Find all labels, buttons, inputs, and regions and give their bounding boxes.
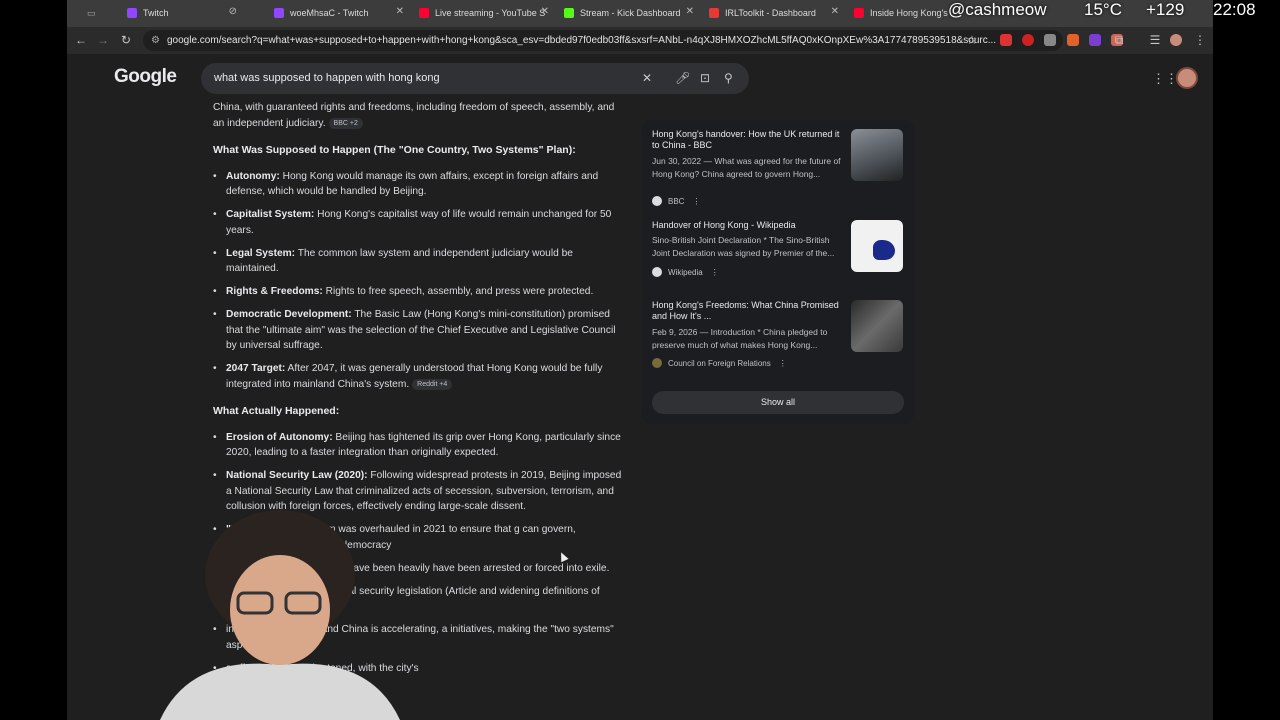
lens-icon[interactable]: ⊡ [700, 63, 710, 94]
twitch-icon [274, 8, 284, 18]
promise-list: Autonomy: Hong Kong would manage its own… [213, 169, 623, 393]
kick-icon [564, 8, 574, 18]
source-snippet: Jun 30, 2022 — What was agreed for the f… [652, 156, 841, 179]
extension-icon[interactable] [1000, 34, 1012, 46]
extension-icon[interactable] [1089, 34, 1101, 46]
close-icon[interactable]: ✕ [396, 6, 404, 17]
tab-woemhsac[interactable]: woeMhsaC - Twitch ✕ [274, 3, 404, 23]
source-card[interactable]: Hong Kong's Freedoms: What China Promise… [652, 300, 906, 370]
extension-icon[interactable] [1067, 34, 1079, 46]
intro-paragraph: China, with guaranteed rights and freedo… [213, 102, 615, 129]
tab-title: IRLToolkit - Dashboard [725, 8, 816, 18]
map-shape [873, 240, 895, 260]
cfr-icon [652, 358, 662, 368]
forward-icon[interactable]: → [95, 32, 111, 48]
list-item: Rights & Freedoms: Rights to free speech… [213, 284, 623, 300]
webcam-overlay [160, 510, 400, 720]
account-avatar[interactable] [1176, 67, 1198, 89]
profile-avatar[interactable] [1170, 34, 1182, 46]
source-thumbnail[interactable] [851, 300, 903, 352]
clear-icon[interactable]: ✕ [642, 63, 652, 94]
back-icon[interactable]: ← [73, 32, 89, 48]
list-item: Legal System: The common law system and … [213, 246, 623, 277]
close-icon[interactable]: ✕ [541, 6, 549, 17]
wikipedia-icon [652, 267, 662, 277]
bbc-icon [652, 196, 662, 206]
viewer-count: +129 [1146, 0, 1185, 19]
list-item: Democratic Development: The Basic Law (H… [213, 307, 623, 354]
source-site: Wikipedia ⋮ [652, 267, 719, 277]
source-thumbnail[interactable] [851, 129, 903, 181]
tab-irltoolkit[interactable]: IRLToolkit - Dashboard ✕ [709, 3, 839, 23]
bookmark-star-icon[interactable]: ☆ [964, 32, 980, 48]
citation-chip[interactable]: Reddit +4 [412, 378, 453, 390]
tab-twitch[interactable]: Twitch ⊘ [127, 3, 237, 23]
toolbar: ← → ↻ ⚙ google.com/search?q=what+was+sup… [67, 27, 1213, 54]
tab-title: woeMhsaC - Twitch [290, 8, 369, 18]
section-heading: What Actually Happened: [213, 405, 340, 417]
show-all-button[interactable]: Show all [652, 391, 904, 414]
youtube-icon [854, 8, 864, 18]
reading-list-icon[interactable]: ☰ [1147, 32, 1163, 48]
reload-icon[interactable]: ↻ [118, 32, 134, 48]
google-logo[interactable]: Google [114, 66, 177, 88]
list-item: Autonomy: Hong Kong would manage its own… [213, 169, 623, 200]
temperature-readout: 15°C [1084, 0, 1122, 19]
extensions-puzzle-icon[interactable]: ⧉ [1111, 32, 1127, 48]
source-thumbnail[interactable] [851, 220, 903, 272]
stream-handle: @cashmeow [948, 0, 1047, 19]
source-snippet: Feb 9, 2026 — Introduction * China pledg… [652, 327, 828, 350]
tab-title: Stream - Kick Dashboard [580, 8, 681, 18]
list-item: Erosion of Autonomy: Beijing has tighten… [213, 430, 623, 461]
url-text: google.com/search?q=what+was+supposed+to… [167, 35, 997, 46]
extension-icon[interactable] [1044, 34, 1056, 46]
list-item: Capitalist System: Hong Kong's capitalis… [213, 207, 623, 238]
close-icon[interactable]: ✕ [686, 6, 694, 17]
address-bar[interactable]: ⚙ google.com/search?q=what+was+supposed+… [143, 30, 1063, 51]
apps-grid-icon[interactable]: ⋮⋮ [1152, 71, 1178, 87]
source-title[interactable]: Hong Kong's Freedoms: What China Promise… [652, 300, 842, 322]
sources-panel: Hong Kong's handover: How the UK returne… [642, 120, 914, 424]
citation-chip[interactable]: BBC +2 [328, 117, 363, 129]
search-icon[interactable]: ⚲ [724, 63, 733, 94]
close-icon[interactable]: ✕ [831, 6, 839, 17]
menu-icon[interactable]: ⋮ [1192, 32, 1208, 48]
section-heading: What Was Supposed to Happen (The "One Co… [213, 144, 576, 156]
source-title[interactable]: Hong Kong's handover: How the UK returne… [652, 129, 842, 151]
clock-readout: 22:08 [1213, 0, 1256, 19]
source-site: Council on Foreign Relations ⋮ [652, 358, 787, 368]
streamer-shirt [160, 663, 400, 720]
search-input[interactable]: what was supposed to happen with hong ko… [201, 63, 749, 94]
irltoolkit-icon [709, 8, 719, 18]
tab-inside-hong-kong[interactable]: Inside Hong Kong's C [854, 3, 949, 23]
tab-search-icon[interactable]: ▭ [87, 3, 105, 23]
source-site: BBC ⋮ [652, 196, 700, 206]
voice-search-icon[interactable]: 🎤︎ [675, 63, 690, 94]
source-card[interactable]: Hong Kong's handover: How the UK returne… [652, 129, 906, 206]
tab-kick[interactable]: Stream - Kick Dashboard ✕ [564, 3, 694, 23]
list-item: 2047 Target: After 2047, it was generall… [213, 361, 623, 392]
tab-title: Inside Hong Kong's C [870, 8, 949, 18]
site-info-icon[interactable]: ⚙ [151, 30, 160, 51]
extension-icon[interactable] [1022, 34, 1034, 46]
search-query: what was supposed to happen with hong ko… [214, 72, 440, 84]
tab-youtube[interactable]: Live streaming - YouTube S ✕ [419, 3, 549, 23]
source-title[interactable]: Handover of Hong Kong - Wikipedia [652, 220, 842, 231]
youtube-icon [419, 8, 429, 18]
tab-title: Live streaming - YouTube S [435, 8, 546, 18]
mute-icon[interactable]: ⊘ [229, 6, 237, 17]
streamer-face [230, 555, 330, 665]
twitch-icon [127, 8, 137, 18]
source-snippet: Sino-British Joint Declaration * The Sin… [652, 235, 835, 258]
tab-title: Twitch [143, 8, 169, 18]
source-card[interactable]: Handover of Hong Kong - Wikipedia Sino-B… [652, 220, 906, 280]
